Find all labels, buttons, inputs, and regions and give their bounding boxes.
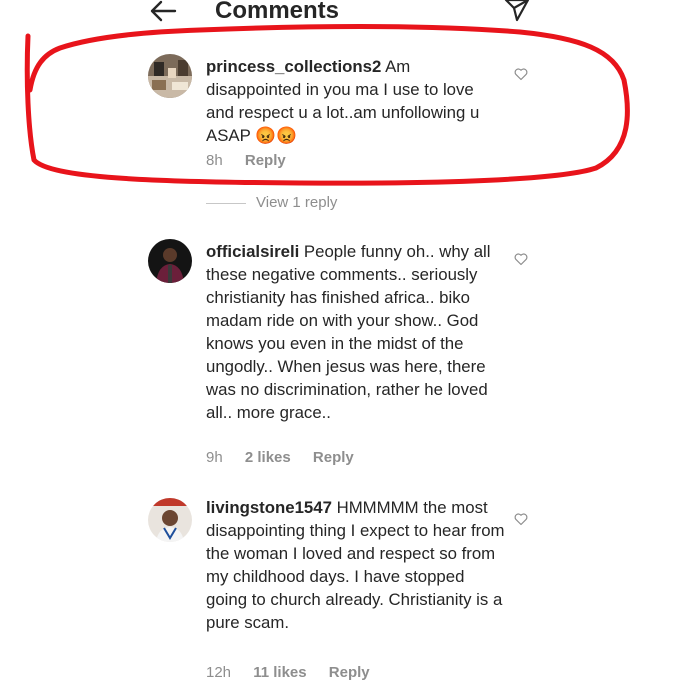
view-replies-button[interactable]: View 1 reply xyxy=(206,194,337,211)
reply-button[interactable]: Reply xyxy=(313,449,354,466)
comment-username[interactable]: officialsireli xyxy=(206,242,299,261)
comment-time: 8h xyxy=(206,152,223,169)
heart-icon[interactable] xyxy=(514,67,528,81)
comment-username[interactable]: livingstone1547 xyxy=(206,498,332,517)
comment-text: princess_collections2 Am disappointed in… xyxy=(206,55,506,147)
comment-meta: 9h 2 likes Reply xyxy=(206,449,372,466)
comment-text: livingstone1547 HMMMMM the most disappoi… xyxy=(206,496,506,634)
view-replies-label: View 1 reply xyxy=(256,194,338,211)
comment-username[interactable]: princess_collections2 xyxy=(206,57,381,76)
arrow-left-icon[interactable] xyxy=(148,0,178,26)
reply-divider xyxy=(206,202,246,204)
page-title: Comments xyxy=(215,0,340,24)
avatar[interactable] xyxy=(148,498,192,542)
heart-icon[interactable] xyxy=(514,512,528,526)
comment-body: HMMMMM the most disappointing thing I ex… xyxy=(206,498,505,632)
avatar[interactable] xyxy=(148,239,192,283)
comment-text: officialsireli People funny oh.. why all… xyxy=(206,240,506,424)
likes-count[interactable]: 11 likes xyxy=(253,664,306,681)
comment-meta: 8h Reply xyxy=(206,152,304,169)
reply-button[interactable]: Reply xyxy=(245,152,286,169)
comment-body: People funny oh.. why all these negative… xyxy=(206,242,491,422)
paper-plane-icon[interactable] xyxy=(503,0,531,24)
avatar[interactable] xyxy=(148,54,192,98)
comment-meta: 12h 11 likes Reply xyxy=(206,664,388,681)
likes-count[interactable]: 2 likes xyxy=(245,449,291,466)
comment-time: 12h xyxy=(206,664,232,681)
comment-time: 9h xyxy=(206,449,223,466)
reply-button[interactable]: Reply xyxy=(329,664,370,681)
comments-header: Comments xyxy=(0,0,683,30)
heart-icon[interactable] xyxy=(514,252,528,266)
